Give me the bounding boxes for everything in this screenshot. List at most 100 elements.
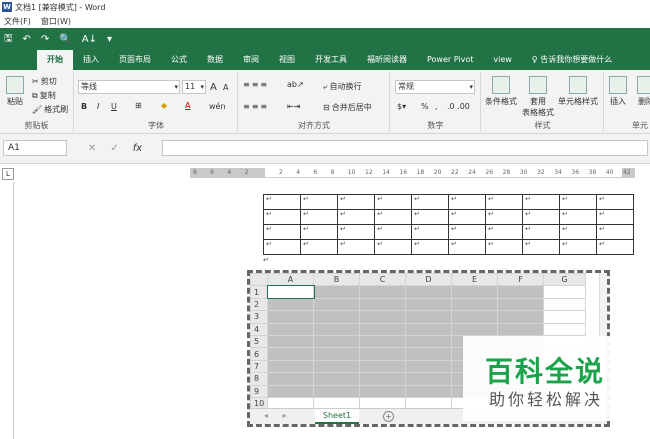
wrap-text-button[interactable]: ⤶ 自动换行 — [323, 81, 361, 92]
cut-button[interactable]: ✂ 剪切 — [32, 76, 57, 87]
word-table[interactable]: ↵ ↵ ↵ ↵ ↵ ↵ ↵ ↵ ↵ ↵ ↵ ↵ ↵ ↵ ↵ ↵ ↵ ↵ ↵ ↵ ↵ ↵ ↵ ↵ ↵ ↵ ↵ ↵ ↵ ↵ ↵ ↵ ↵ ↵ ↵ ↵ ↵ ↵ ↵ ↵ — [263, 194, 634, 255]
table-cell[interactable]: ↵ — [448, 239, 486, 255]
table-cell[interactable]: ↵ — [337, 239, 375, 255]
font-color-button[interactable]: A — [185, 101, 190, 110]
spreadsheet-cell[interactable] — [313, 310, 360, 324]
table-cell[interactable]: ↵ — [559, 194, 597, 210]
tab-formulas[interactable]: 公式 — [161, 50, 197, 70]
delete-cells-button[interactable]: 删除 — [637, 76, 650, 107]
table-cell[interactable]: ↵ — [485, 209, 523, 225]
spreadsheet-cell[interactable] — [313, 347, 360, 361]
print-preview-icon[interactable]: 🔍 — [59, 34, 71, 45]
table-cell[interactable]: ↵ — [337, 224, 375, 240]
spreadsheet-cell[interactable] — [451, 310, 498, 324]
table-cell[interactable]: ↵ — [596, 239, 634, 255]
insert-cells-button[interactable]: 插入 — [609, 76, 627, 107]
menu-file[interactable]: 文件(F) — [4, 16, 31, 27]
column-header[interactable]: A — [267, 273, 314, 287]
spreadsheet-cell[interactable] — [313, 297, 360, 312]
italic-button[interactable]: I — [97, 102, 99, 111]
table-cell[interactable]: ↵ — [485, 239, 523, 255]
table-cell[interactable]: ↵ — [263, 224, 301, 240]
table-cell[interactable]: ↵ — [596, 194, 634, 210]
enter-icon[interactable]: ✓ — [110, 143, 118, 154]
spreadsheet-cell[interactable] — [543, 310, 586, 324]
table-cell[interactable]: ↵ — [337, 194, 375, 210]
table-cell[interactable]: ↵ — [263, 239, 301, 255]
spreadsheet-cell[interactable] — [497, 322, 544, 336]
spreadsheet-cell[interactable] — [359, 285, 406, 299]
spreadsheet-cell[interactable] — [267, 384, 314, 398]
conditional-format-button[interactable]: 条件格式 — [485, 76, 517, 107]
table-cell[interactable]: ↵ — [374, 224, 412, 240]
tab-foxit-reader[interactable]: 福昕阅读器 — [357, 50, 417, 70]
cancel-icon[interactable]: ✕ — [88, 143, 96, 154]
border-button[interactable]: ⊞ — [135, 101, 142, 110]
merge-center-button[interactable]: ⊟ 合并后居中 — [323, 102, 372, 113]
tab-insert[interactable]: 插入 — [73, 50, 109, 70]
font-name-select[interactable]: 等线 ▾ — [78, 80, 180, 94]
format-painter-button[interactable]: 🖌 格式刷 — [32, 104, 68, 115]
spreadsheet-cell[interactable] — [359, 359, 406, 374]
spreadsheet-cell[interactable] — [359, 347, 406, 361]
table-cell[interactable]: ↵ — [300, 194, 338, 210]
bold-button[interactable]: B — [81, 102, 87, 111]
sheet-nav-arrows[interactable]: ◂ ▸ — [264, 411, 293, 420]
table-cell[interactable]: ↵ — [559, 239, 597, 255]
table-cell[interactable]: ↵ — [411, 194, 449, 210]
spreadsheet-cell[interactable] — [313, 322, 360, 336]
row-header[interactable]: 3 — [250, 310, 268, 324]
horizontal-align-buttons[interactable]: ≡≡≡ — [243, 102, 269, 111]
spreadsheet-cell[interactable] — [405, 372, 452, 386]
decimal-buttons[interactable]: .0 .00 — [447, 102, 470, 111]
spreadsheet-cell[interactable] — [405, 297, 452, 312]
tab-page-layout[interactable]: 页面布局 — [109, 50, 161, 70]
table-cell[interactable]: ↵ — [300, 239, 338, 255]
spreadsheet-cell[interactable] — [313, 359, 360, 374]
column-header[interactable]: C — [359, 273, 406, 287]
column-header[interactable]: B — [313, 273, 360, 287]
spreadsheet-cell[interactable] — [405, 310, 452, 324]
table-cell[interactable]: ↵ — [374, 209, 412, 225]
spreadsheet-cell[interactable] — [359, 322, 406, 336]
font-size-select[interactable]: 11 ▾ — [182, 80, 206, 94]
row-header[interactable]: 1 — [250, 285, 268, 299]
cell-styles-button[interactable]: 单元格样式 — [558, 76, 598, 107]
spreadsheet-cell[interactable] — [497, 297, 544, 312]
comma-button[interactable]: , — [435, 102, 438, 111]
spreadsheet-cell[interactable] — [497, 285, 544, 299]
column-header[interactable]: G — [543, 273, 586, 287]
name-box[interactable]: A1 — [3, 140, 67, 156]
table-cell[interactable]: ↵ — [263, 194, 301, 210]
add-sheet-icon[interactable]: + — [383, 411, 394, 422]
tab-view-lower[interactable]: view — [483, 50, 521, 70]
spreadsheet-cell[interactable] — [359, 384, 406, 398]
spreadsheet-cell[interactable] — [497, 310, 544, 324]
spreadsheet-cell[interactable] — [359, 372, 406, 386]
table-cell[interactable]: ↵ — [448, 194, 486, 210]
insert-function-icon[interactable]: fx — [133, 143, 142, 154]
table-cell[interactable]: ↵ — [411, 209, 449, 225]
tab-power-pivot[interactable]: Power Pivot — [417, 50, 483, 70]
spreadsheet-cell[interactable] — [451, 322, 498, 336]
row-header[interactable]: 9 — [250, 384, 268, 398]
underline-button[interactable]: U — [111, 102, 117, 111]
horizontal-ruler[interactable]: 8 6 4 2 2 4 6 8 10 12 14 16 18 20 22 24 26 28 30 32 34 36 38 40… — [190, 168, 635, 178]
table-cell[interactable]: ↵ — [596, 209, 634, 225]
spreadsheet-cell[interactable] — [313, 372, 360, 386]
spreadsheet-cell[interactable] — [267, 297, 314, 312]
phonetic-button[interactable]: wén — [209, 102, 226, 111]
spreadsheet-cell[interactable] — [359, 334, 406, 349]
format-as-table-button[interactable]: 套用 表格格式 — [522, 76, 554, 118]
copy-button[interactable]: ⧉ 复制 — [32, 90, 56, 101]
save-icon[interactable]: 🖫 — [4, 31, 13, 48]
row-header[interactable]: 2 — [250, 297, 268, 312]
tab-view[interactable]: 视图 — [269, 50, 305, 70]
spreadsheet-cell[interactable] — [313, 334, 360, 349]
table-cell[interactable]: ↵ — [300, 209, 338, 225]
tab-data[interactable]: 数据 — [197, 50, 233, 70]
sheet-tab[interactable]: Sheet1 — [315, 409, 359, 424]
spreadsheet-cell[interactable] — [451, 297, 498, 312]
table-cell[interactable]: ↵ — [522, 224, 560, 240]
table-cell[interactable]: ↵ — [485, 224, 523, 240]
